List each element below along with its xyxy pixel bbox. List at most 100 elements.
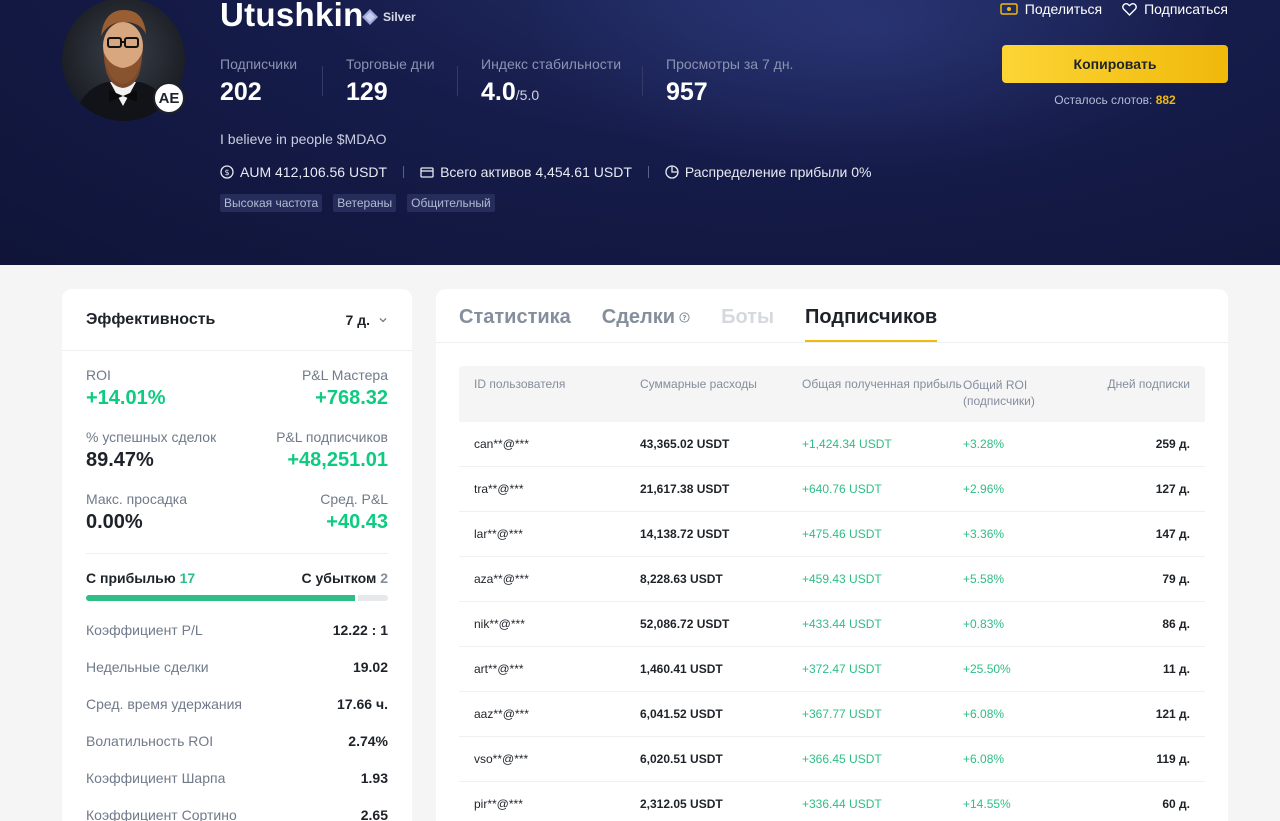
metric-value: 12.22 : 1 — [332, 621, 388, 638]
roi-cell: +25.50% — [963, 662, 1011, 676]
tab-statistics[interactable]: Статистика — [459, 306, 571, 342]
pie-chart-icon — [665, 165, 679, 179]
kpi-master-pnl: P&L Мастера +768.32 — [302, 367, 388, 429]
metric-label: Коэффициент P/L — [86, 621, 203, 638]
tab-trades[interactable]: Сделки ? — [602, 306, 690, 342]
performance-card: Эффективность 7 д. ROI +14.01% P&L Масте… — [62, 289, 412, 821]
roi-cell: +3.28% — [963, 437, 1005, 451]
subscribe-button[interactable]: Подписаться — [1122, 1, 1228, 17]
performance-header: Эффективность 7 д. — [62, 289, 412, 351]
stat-label: Торговые дни — [346, 56, 435, 72]
subscribe-label: Подписаться — [1144, 1, 1228, 17]
share-button[interactable]: Поделиться — [1000, 1, 1102, 17]
total-profit-cell: +640.76 USDT — [802, 482, 882, 496]
metric-value: 17.66 ч. — [337, 695, 388, 712]
user-id-cell: art**@*** — [474, 662, 524, 676]
total-profit-cell: +459.43 USDT — [802, 572, 882, 586]
user-id-cell: lar**@*** — [474, 527, 523, 541]
profile-header: AE Utushkin Silver Подписчики 202 Торгов… — [0, 0, 1280, 265]
wins: С прибылью 17 — [86, 570, 195, 586]
main-card: Статистика Сделки ? Боты Подписчиков ID … — [436, 289, 1228, 821]
metric-value: 1.93 — [360, 769, 388, 786]
tab-bots[interactable]: Боты — [721, 306, 774, 342]
tab-label: Подписчиков — [805, 306, 938, 328]
total-spent-cell: 6,020.51 USDT — [640, 752, 723, 766]
wins-count: 17 — [179, 570, 196, 586]
column-header: ID пользователя — [474, 377, 566, 391]
roi-cell: +6.08% — [963, 707, 1005, 721]
kpi-value: 0.00% — [86, 511, 143, 533]
days-cell: 79 д. — [1162, 572, 1190, 586]
heart-icon — [1122, 2, 1137, 16]
tab-bar: Статистика Сделки ? Боты Подписчиков — [436, 289, 1228, 343]
header-actions: Поделиться Подписаться — [1000, 1, 1228, 17]
metrics-list: Коэффициент P/L 12.22 : 1 Недельные сделк… — [62, 601, 412, 821]
win-loss-bar — [86, 595, 388, 601]
total-spent-cell: 21,617.38 USDT — [640, 482, 730, 496]
roi-cell: +3.36% — [963, 527, 1005, 541]
roi-cell: +2.96% — [963, 482, 1005, 496]
roi-cell: +14.55% — [963, 797, 1011, 811]
tag: Ветераны — [333, 194, 397, 212]
slots-remaining: Осталось слотов: 882 — [1002, 93, 1228, 107]
table-header: ID пользователя Суммарные расходы Общая … — [459, 366, 1205, 422]
table-row: vso**@*** 6,020.51 USDT +366.45 USDT +6.08%… — [459, 737, 1205, 782]
kpi-follower-pnl: P&L подписчиков +48,251.01 — [276, 429, 388, 491]
table-row: aaz**@*** 6,041.52 USDT +367.77 USDT +6.08%… — [459, 692, 1205, 737]
metric-row: Коэффициент Сортино 2.65 — [86, 796, 388, 821]
metric-value: 2.74% — [348, 732, 388, 749]
tab-followers[interactable]: Подписчиков — [805, 306, 938, 342]
kpi-win-rate: % успешных сделок 89.47% — [86, 429, 216, 491]
period-dropdown[interactable]: 7 д. — [346, 312, 388, 328]
metric-label: Сред. время удержания — [86, 695, 242, 712]
kpi-max-drawdown: Макс. просадка 0.00% — [86, 491, 187, 553]
slots-value: 882 — [1155, 93, 1176, 107]
svg-text:?: ? — [683, 314, 687, 322]
slots-label: Осталось слотов: — [1054, 93, 1153, 107]
bar-gap — [355, 595, 359, 601]
table-row: nik**@*** 52,086.72 USDT +433.44 USDT +0.83… — [459, 602, 1205, 647]
user-id-cell: aza**@*** — [474, 572, 529, 586]
table-body: can**@*** 43,365.02 USDT +1,424.34 USDT +3.… — [459, 422, 1205, 821]
tab-label: Боты — [721, 306, 775, 328]
stat-stability-index: Индекс стабильности 4.0/5.0 — [481, 56, 621, 107]
column-header: Дней подписки — [1107, 377, 1190, 391]
kpi-label: P&L Мастера — [301, 367, 388, 383]
stat-value: 129 — [346, 78, 388, 106]
kpi-value: +14.01% — [86, 387, 166, 409]
stat-label: Подписчики — [220, 56, 298, 72]
tab-label: Сделки — [601, 306, 676, 328]
total-spent-cell: 52,086.72 USDT — [640, 617, 730, 631]
tier-badge: Silver — [361, 8, 416, 26]
total-spent-cell: 8,228.63 USDT — [640, 572, 723, 586]
days-cell: 121 д. — [1155, 707, 1190, 721]
stat-label: Просмотры за 7 дн. — [666, 56, 794, 72]
kpi-grid: ROI +14.01% P&L Мастера +768.32 % успешн… — [62, 351, 412, 553]
trader-name: Utushkin — [220, 0, 364, 33]
help-icon[interactable]: ? — [679, 312, 690, 323]
column-header: Общий ROI (подписчики) — [963, 378, 1035, 408]
kpi-value: +48,251.01 — [287, 449, 388, 471]
divider — [403, 166, 405, 178]
days-cell: 60 д. — [1162, 797, 1190, 811]
share-ticket-icon — [1000, 3, 1018, 15]
table-row: aza**@*** 8,228.63 USDT +459.43 USDT +5.58%… — [459, 557, 1205, 602]
kpi-label: Сред. P&L — [320, 491, 388, 507]
kpi-label: ROI — [86, 367, 111, 383]
table-row: can**@*** 43,365.02 USDT +1,424.34 USDT +3.… — [459, 422, 1205, 467]
stat-trading-days: Торговые дни 129 — [346, 56, 435, 107]
stat-divider — [642, 66, 643, 96]
followers-table: ID пользователя Суммарные расходы Общая … — [459, 366, 1205, 821]
metric-label: Коэффициент Сортино — [86, 806, 237, 821]
avatar-badge: AE — [153, 82, 185, 114]
user-id-cell: can**@*** — [474, 437, 529, 451]
profit-share-text: Распределение прибыли 0% — [684, 164, 872, 180]
days-cell: 147 д. — [1155, 527, 1190, 541]
copy-button[interactable]: Копировать — [1002, 45, 1228, 83]
roi-cell: +5.58% — [963, 572, 1005, 586]
kpi-value: +768.32 — [315, 387, 388, 409]
wins-label: С прибылью — [86, 570, 176, 586]
losses: С убытком 2 — [302, 570, 388, 586]
user-id-cell: vso**@*** — [474, 752, 529, 766]
losses-label: С убытком — [301, 570, 377, 586]
